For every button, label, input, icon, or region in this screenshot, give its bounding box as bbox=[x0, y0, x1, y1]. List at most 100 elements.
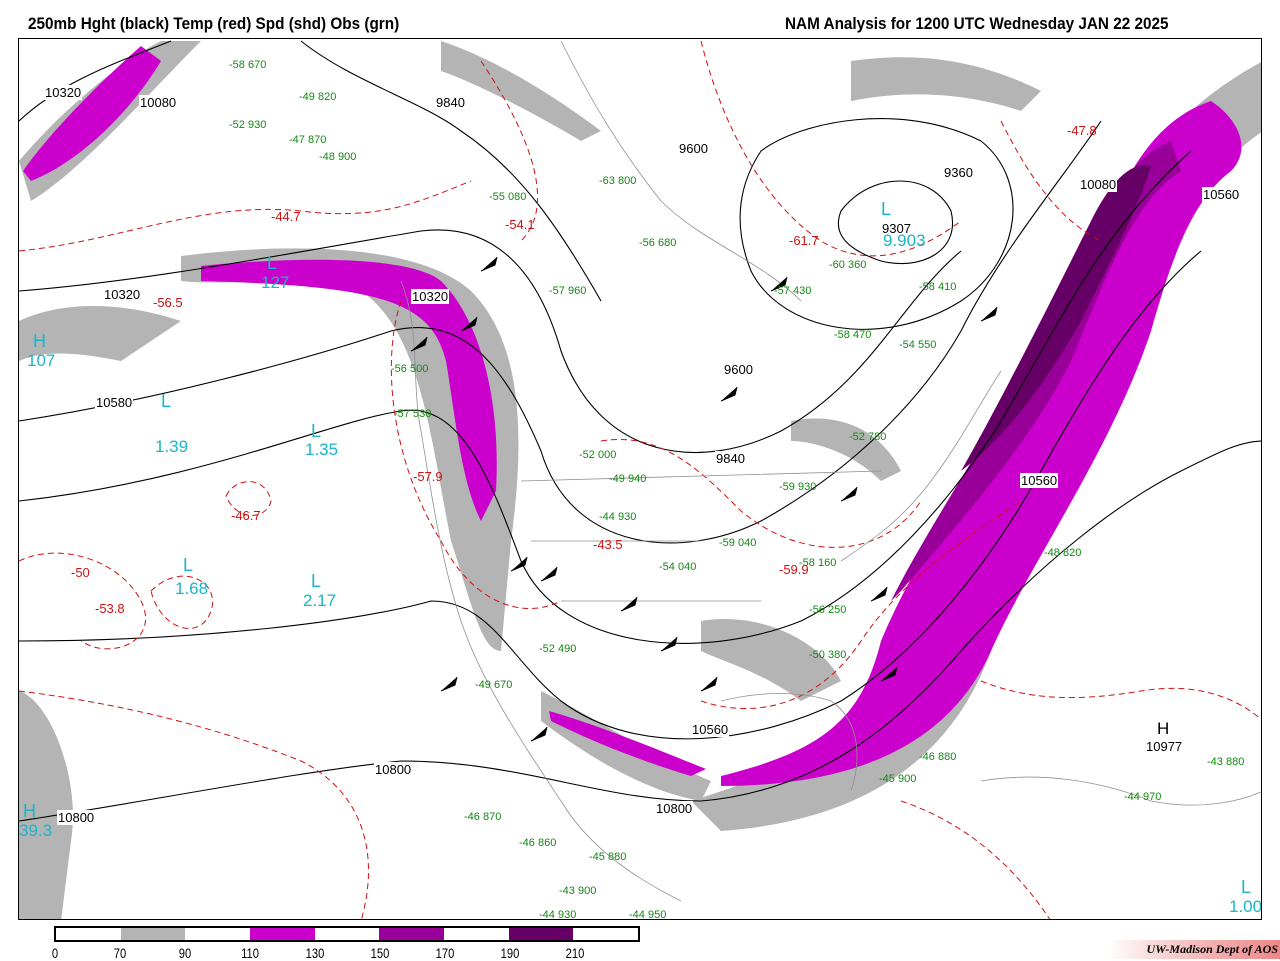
colorbar-swatch bbox=[573, 928, 639, 940]
station-obs: -58 160 bbox=[799, 557, 837, 569]
height-label: 9600 bbox=[723, 362, 754, 377]
height-label: 10560 bbox=[691, 722, 730, 737]
station-obs: -49 670 bbox=[475, 679, 513, 691]
wind-speed-colorbar bbox=[54, 926, 640, 942]
station-obs: -52 000 bbox=[579, 449, 617, 461]
colorbar-tick: 150 bbox=[370, 945, 390, 961]
low-center: L bbox=[183, 555, 194, 575]
credit-label: UW-Madison Dept of AOS bbox=[1106, 940, 1280, 959]
height-label: 10800 bbox=[57, 810, 96, 825]
colorbar-tick: 90 bbox=[178, 945, 192, 961]
station-obs: -44 950 bbox=[629, 909, 667, 920]
high-center: H bbox=[33, 331, 46, 351]
low-center: L bbox=[311, 571, 322, 591]
station-obs: -56 680 bbox=[639, 237, 677, 249]
low-center-value: 9.903 bbox=[883, 231, 926, 250]
colorbar-tick: 210 bbox=[565, 945, 585, 961]
station-obs: -59 040 bbox=[719, 537, 757, 549]
height-label: 9360 bbox=[943, 165, 974, 180]
low-center-value: 1.35 bbox=[305, 440, 339, 459]
low-center-value: 1.00 bbox=[1229, 897, 1262, 916]
height-label: 10580 bbox=[95, 395, 134, 410]
weather-map: 10320 9840 9600 9360 9307 10080 10560 10… bbox=[18, 38, 1262, 920]
station-obs: -49 940 bbox=[609, 473, 647, 485]
low-center-value: 1.39 bbox=[155, 437, 189, 456]
height-label: 10080 bbox=[1079, 177, 1118, 192]
height-label: 10560 bbox=[1020, 473, 1059, 488]
chart-title: 250mb Hght (black) Temp (red) Spd (shd) … bbox=[28, 14, 400, 33]
analysis-time: NAM Analysis for 1200 UTC Wednesday JAN … bbox=[785, 14, 1169, 33]
height-label: 10800 bbox=[374, 762, 413, 777]
station-obs: -45 900 bbox=[879, 773, 917, 785]
station-obs: -54 550 bbox=[899, 339, 937, 351]
station-obs: -58 470 bbox=[834, 329, 872, 341]
low-center: L bbox=[881, 199, 892, 219]
station-obs: -52 930 bbox=[229, 119, 267, 131]
station-obs: -47 870 bbox=[289, 134, 327, 146]
height-label: 9840 bbox=[715, 451, 746, 466]
station-obs: -44 930 bbox=[539, 909, 577, 920]
temp-label: -57.9 bbox=[413, 469, 443, 484]
height-label: 10977 bbox=[1145, 739, 1184, 754]
colorbar-tick: 0 bbox=[51, 945, 59, 961]
height-label: 10080 bbox=[139, 95, 178, 110]
colorbar-tick: 190 bbox=[500, 945, 520, 961]
station-obs: -44 970 bbox=[1124, 791, 1162, 803]
low-center: L bbox=[161, 391, 172, 411]
station-obs: -56 250 bbox=[809, 604, 847, 616]
colorbar-swatch bbox=[120, 928, 186, 940]
station-obs: -44 930 bbox=[599, 511, 637, 523]
height-label: 10560 bbox=[1202, 187, 1241, 202]
station-obs: -43 880 bbox=[1207, 756, 1245, 768]
height-label: 10320 bbox=[103, 287, 142, 302]
low-center-value: 127 bbox=[261, 273, 290, 292]
station-obs: -50 380 bbox=[809, 649, 847, 661]
temp-label: -56.5 bbox=[153, 295, 183, 310]
colorbar-swatch bbox=[185, 928, 251, 940]
station-obs: -59 930 bbox=[779, 481, 817, 493]
colorbar-swatch bbox=[250, 928, 315, 940]
height-label: 10320 bbox=[411, 289, 450, 304]
station-obs: -54 040 bbox=[659, 561, 697, 573]
station-obs: -48 820 bbox=[1044, 547, 1082, 559]
high-center: H bbox=[1157, 719, 1170, 738]
height-label: 10800 bbox=[655, 801, 694, 816]
temp-label: -47.8 bbox=[1067, 123, 1097, 138]
station-obs: -63 800 bbox=[599, 175, 637, 187]
colorbar-swatch bbox=[314, 928, 380, 940]
station-obs: -48 900 bbox=[319, 151, 357, 163]
high-center-value: 39.3 bbox=[19, 821, 53, 840]
temp-label: -43.5 bbox=[593, 537, 623, 552]
station-obs: -56 500 bbox=[391, 363, 429, 375]
station-obs: -46 870 bbox=[464, 811, 502, 823]
station-obs: -55 080 bbox=[489, 191, 527, 203]
station-obs: -58 410 bbox=[919, 281, 957, 293]
station-obs: -46 860 bbox=[519, 837, 557, 849]
temp-label: -44.7 bbox=[271, 209, 301, 224]
colorbar-swatch bbox=[508, 928, 574, 940]
temp-label: -50 bbox=[71, 565, 90, 580]
height-label: 10320 bbox=[44, 85, 83, 100]
high-center-value: 107 bbox=[27, 351, 56, 370]
low-center-value: 1.68 bbox=[175, 579, 209, 598]
station-obs: -49 820 bbox=[299, 91, 337, 103]
station-obs: -43 900 bbox=[559, 885, 597, 897]
low-center-value: 2.17 bbox=[303, 591, 337, 610]
height-label: 9840 bbox=[435, 95, 466, 110]
wind-shading-110-130 bbox=[23, 46, 1242, 786]
station-obs: -52 780 bbox=[849, 431, 887, 443]
station-obs: -57 960 bbox=[549, 285, 587, 297]
temp-label: -61.7 bbox=[789, 233, 819, 248]
colorbar-tick: 130 bbox=[305, 945, 325, 961]
low-center: L bbox=[1241, 877, 1252, 897]
station-obs: -58 670 bbox=[229, 59, 267, 71]
colorbar-swatch bbox=[379, 928, 445, 940]
station-obs: -57 530 bbox=[394, 408, 432, 420]
temp-label: -53.8 bbox=[95, 601, 125, 616]
colorbar-swatch bbox=[444, 928, 509, 940]
station-obs: -52 490 bbox=[539, 643, 577, 655]
low-center: L bbox=[267, 253, 278, 273]
colorbar-swatch bbox=[56, 928, 121, 940]
station-obs: -57 430 bbox=[774, 285, 812, 297]
high-center: H bbox=[23, 801, 36, 821]
